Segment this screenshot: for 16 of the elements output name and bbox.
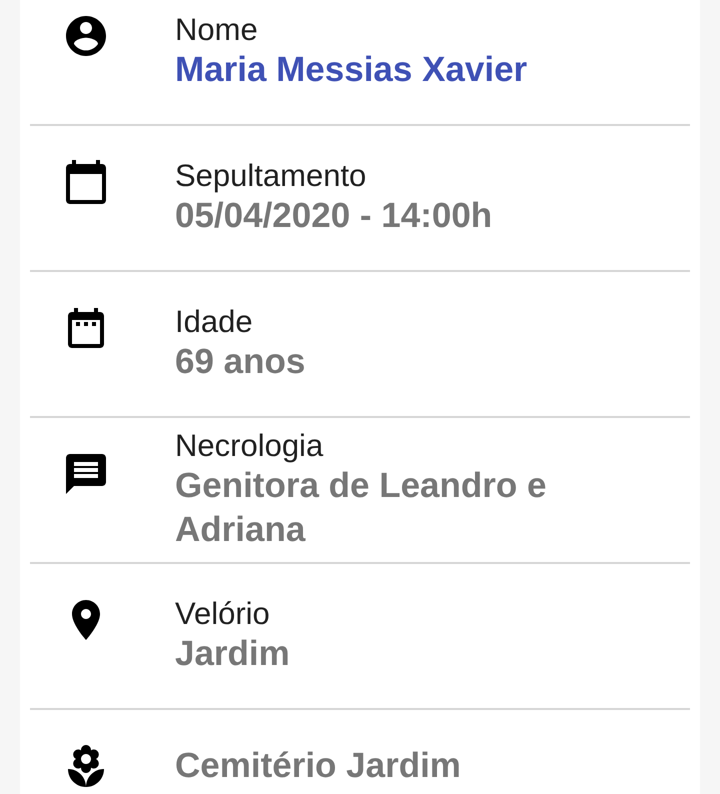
field-value: 69 anos [175, 341, 306, 383]
calendar-icon [66, 160, 106, 204]
field-value: 05/04/2020 - 14:00h [175, 195, 492, 237]
chat-bubble-icon [66, 454, 106, 494]
field-label: Sepultamento [175, 158, 366, 194]
field-value: Genitora de Leandro e Adriana [175, 465, 548, 551]
calendar-icon [68, 308, 104, 348]
map-pin-icon [72, 600, 100, 640]
field-label: Nome [175, 12, 258, 48]
field-value: Cemitério Jardim [175, 745, 461, 787]
field-label: Idade [175, 304, 253, 340]
flower-icon [68, 745, 104, 787]
field-value: Maria Messias Xavier [175, 49, 528, 91]
field-label: Velório [175, 596, 270, 632]
field-value: Jardim [175, 633, 290, 675]
field-label: Necrologia [175, 428, 324, 464]
